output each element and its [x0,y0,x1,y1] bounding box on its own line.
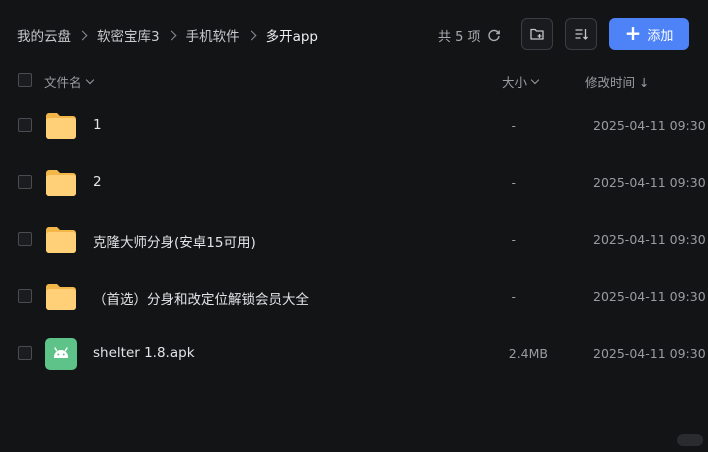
column-header-name-label: 文件名 [44,75,82,90]
breadcrumb-item-mobile-software[interactable]: 手机软件 [186,25,240,45]
select-all-checkbox[interactable] [18,73,32,87]
row-checkbox[interactable] [18,289,32,303]
table-header: 文件名 大小 修改时间 ↓ [0,68,708,92]
add-button-label: 添加 [647,28,674,44]
file-name[interactable]: 2 [93,174,102,190]
chevron-right-icon [77,30,88,40]
file-modified: 2025-04-11 09:30 [593,175,706,190]
folder-icon [45,167,77,199]
file-modified: 2025-04-11 09:30 [593,118,706,133]
item-count-text: 共 5 项 [438,29,481,45]
chevron-right-icon [166,30,177,40]
file-size: - [511,232,516,247]
file-size: - [511,289,516,304]
file-size: - [511,175,516,190]
table-row[interactable]: 克隆大师分身(安卓15可用) - 2025-04-11 09:30 [0,212,708,269]
table-row[interactable]: shelter 1.8.apk 2.4MB 2025-04-11 09:30 [0,326,708,383]
new-folder-button[interactable] [521,18,553,50]
breadcrumb-item-library[interactable]: 软密宝库3 [97,25,160,45]
breadcrumb-item-current: 多开app [265,29,319,45]
folder-icon [45,224,77,256]
row-checkbox[interactable] [18,232,32,246]
file-name[interactable]: （首选）分身和改定位解锁会员大全 [93,288,309,308]
chevron-down-icon [85,75,94,84]
add-button[interactable]: + 添加 [609,18,689,50]
file-modified: 2025-04-11 09:30 [593,346,706,361]
sort-icon [573,26,589,42]
column-header-modified[interactable]: 修改时间 ↓ [585,72,649,91]
row-checkbox[interactable] [18,175,32,189]
chevron-right-icon [246,30,257,40]
plus-icon: + [624,21,642,45]
scroll-indicator[interactable] [677,434,703,446]
column-header-name[interactable]: 文件名 [44,72,94,91]
column-header-size-label: 大小 [502,75,528,90]
folder-icon [45,110,77,142]
row-checkbox[interactable] [18,346,32,360]
column-header-modified-label: 修改时间 ↓ [585,75,650,90]
file-modified: 2025-04-11 09:30 [593,232,706,247]
new-folder-icon [529,26,545,42]
breadcrumb: 我的云盘 软密宝库3 手机软件 多开app [17,25,318,45]
file-name[interactable]: shelter 1.8.apk [93,345,195,361]
table-row[interactable]: 1 - 2025-04-11 09:30 [0,98,708,155]
refresh-icon[interactable] [487,28,501,42]
table-row[interactable]: 2 - 2025-04-11 09:30 [0,155,708,212]
sort-button[interactable] [565,18,597,50]
breadcrumb-item-root[interactable]: 我的云盘 [17,25,71,45]
row-checkbox[interactable] [18,118,32,132]
table-row[interactable]: （首选）分身和改定位解锁会员大全 - 2025-04-11 09:30 [0,269,708,326]
chevron-down-icon [530,75,540,84]
file-name[interactable]: 克隆大师分身(安卓15可用) [93,231,256,251]
file-name[interactable]: 1 [93,117,102,133]
item-count: 共 5 项 [438,25,501,45]
file-size: 2.4MB [508,346,548,361]
file-size: - [511,118,516,133]
top-bar: 我的云盘 软密宝库3 手机软件 多开app 共 5 项 + 添加 [0,0,708,68]
file-modified: 2025-04-11 09:30 [593,289,706,304]
column-header-size[interactable]: 大小 [502,72,540,91]
android-icon [45,338,77,370]
folder-icon [45,281,77,313]
